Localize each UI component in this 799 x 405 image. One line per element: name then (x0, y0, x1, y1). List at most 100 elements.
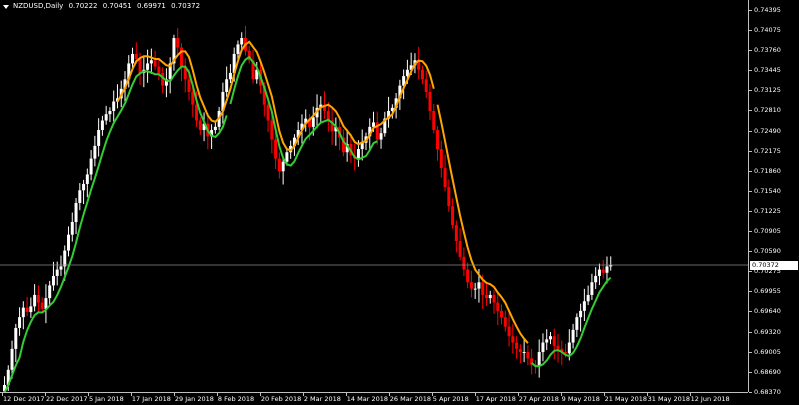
bull-candle (70, 212, 74, 242)
lower-band-line (3, 65, 228, 392)
current-price-badge: 0.70372 (750, 260, 798, 270)
candle-body (191, 91, 195, 105)
candle-body (93, 145, 97, 159)
candle-body (14, 327, 18, 349)
candle-body (428, 91, 432, 112)
bull-candle (537, 339, 541, 378)
candle-body (586, 294, 590, 302)
bear-candle (515, 336, 519, 359)
price-tick (749, 271, 752, 273)
time-label: 5 Jan 2018 (88, 395, 124, 403)
bull-candle (586, 285, 590, 306)
candle-body (29, 306, 33, 313)
bear-candle (447, 179, 451, 212)
bear-candle (277, 152, 281, 179)
ohlc-readout: NZDUSD,Daily 0.70222 0.70451 0.69971 0.7… (13, 2, 203, 11)
price-label: 0.72175 (754, 146, 781, 155)
candle-body (100, 120, 104, 131)
bull-candle (164, 68, 168, 98)
candle-body (447, 187, 451, 207)
bull-candle (21, 301, 25, 330)
bull-candle (67, 226, 71, 257)
candle-body (187, 79, 191, 92)
candle-body (594, 275, 598, 283)
low-value: 0.69971 (136, 2, 166, 10)
bear-candle (428, 84, 432, 120)
time-label: 17 Jan 2018 (131, 395, 171, 403)
bear-candle (161, 67, 165, 94)
bull-candle (33, 284, 37, 312)
bull-candle (488, 290, 492, 304)
candle-body (372, 122, 376, 127)
bear-candle (432, 104, 436, 134)
candle-body (236, 44, 240, 54)
price-tick (749, 30, 752, 32)
candle-body (36, 294, 40, 303)
chevron-down-icon[interactable] (3, 4, 9, 9)
candle-body (556, 345, 560, 349)
time-label: 8 Feb 2018 (217, 395, 255, 403)
price-axis[interactable]: 0.74395 0.74075 0.73760 0.73445 0.73125 0.728… (748, 0, 799, 396)
price-tick (749, 231, 752, 233)
bull-candle (609, 256, 613, 271)
price-label: 0.70905 (754, 227, 781, 236)
bull-candle (522, 337, 526, 363)
time-label: 14 Mar 2018 (346, 395, 389, 403)
bull-candle (360, 129, 364, 161)
bull-candle (582, 288, 586, 321)
bull-candle (104, 105, 108, 125)
bull-candle (545, 329, 549, 351)
price-tick (749, 170, 752, 172)
price-label: 0.71540 (754, 186, 781, 195)
candle-body (601, 269, 605, 273)
bull-candle (597, 263, 601, 286)
candle-body (548, 336, 552, 340)
chart-window[interactable]: NZDUSD,Daily 0.70222 0.70451 0.69971 0.7… (0, 0, 799, 405)
candle-body (70, 222, 74, 235)
candle-body (537, 352, 541, 366)
price-label: 0.69005 (754, 347, 781, 356)
bear-candle (420, 65, 424, 85)
candle-body (89, 158, 93, 175)
bear-candle (492, 290, 496, 315)
bull-candle (44, 284, 48, 324)
bear-candle (179, 43, 183, 82)
bull-candle (221, 82, 225, 124)
bull-candle (172, 34, 176, 71)
time-label: 22 Dec 2017 (45, 395, 88, 403)
bear-candle (552, 328, 556, 360)
candle-body (59, 266, 63, 270)
candle-body (274, 139, 278, 159)
price-tick (749, 90, 752, 92)
bull-candle (74, 198, 78, 235)
price-label: 0.73125 (754, 86, 781, 95)
candle-body (78, 190, 82, 203)
candle-body (10, 348, 14, 370)
candle-body (225, 79, 229, 92)
price-label: 0.74395 (754, 5, 781, 14)
price-label: 0.73760 (754, 46, 781, 55)
candle-body (522, 352, 526, 354)
candle-body (356, 149, 360, 159)
candle-body (270, 120, 274, 140)
price-label: 0.74075 (754, 26, 781, 35)
candle-body (138, 58, 142, 73)
candle-body (131, 53, 135, 64)
bull-candle (146, 49, 150, 83)
bull-candle (575, 313, 579, 338)
bear-candle (443, 154, 447, 192)
price-tick (749, 371, 752, 373)
price-chart-plot[interactable] (0, 0, 748, 392)
bear-candle (25, 296, 29, 317)
bull-candle (149, 48, 153, 74)
price-tick (749, 70, 752, 72)
candle-body (85, 174, 89, 184)
time-axis[interactable]: 12 Dec 2017 22 Dec 2017 5 Jan 2018 17 Jan 2… (0, 392, 748, 405)
bear-candle (436, 126, 440, 161)
candle-body (176, 38, 180, 48)
candle-body (597, 269, 601, 276)
bull-candle (18, 307, 22, 336)
candle-body (266, 104, 270, 121)
candle-body (33, 294, 37, 307)
bull-candle (108, 107, 112, 123)
